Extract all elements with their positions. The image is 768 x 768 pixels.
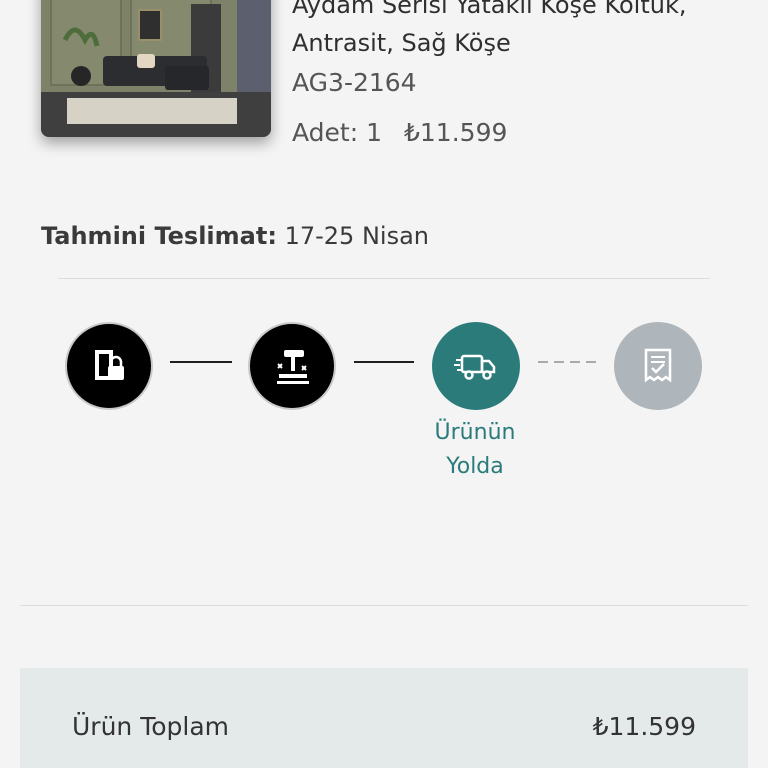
receipt-check-icon xyxy=(644,348,672,383)
product-title-line-2: Antrasit, Sağ Köşe xyxy=(292,29,511,57)
step-delivered xyxy=(614,322,702,410)
door-lock-icon xyxy=(95,350,124,380)
step-production xyxy=(248,322,336,410)
delivery-date: 17-25 Nisan xyxy=(284,222,429,250)
step-connector xyxy=(354,361,414,363)
craftsman-hammer-icon xyxy=(277,350,309,384)
summary-total: ₺11.599 xyxy=(592,712,696,741)
divider xyxy=(20,605,748,606)
order-detail-page: Aydam Serisi Yataklı Köşe Koltuk, Antras… xyxy=(0,0,768,768)
step-in-transit xyxy=(432,322,520,410)
active-step-label-line-1: Ürünün xyxy=(434,420,516,445)
product-sku: AG3-2164 xyxy=(292,68,417,97)
step-connector xyxy=(170,361,232,363)
product-qty-price: Adet: 1 ₺11.599 xyxy=(292,118,507,147)
active-step-label: Ürünün Yolda xyxy=(415,416,535,484)
active-step-label-line-2: Yolda xyxy=(446,454,504,479)
divider xyxy=(58,278,710,279)
quantity-label: Adet: 1 xyxy=(292,118,382,147)
delivery-truck-icon xyxy=(454,354,496,380)
delivery-label: Tahmini Teslimat: xyxy=(41,222,277,250)
product-title[interactable]: Aydam Serisi Yataklı Köşe Koltuk, Antras… xyxy=(292,0,752,62)
order-summary: Ürün Toplam ₺11.599 xyxy=(20,668,748,768)
product-image[interactable] xyxy=(41,0,271,137)
step-order-confirmed xyxy=(65,322,153,410)
product-price: ₺11.599 xyxy=(404,118,508,147)
step-connector-pending xyxy=(538,361,598,363)
product-title-line-1: Aydam Serisi Yataklı Köşe Koltuk, xyxy=(292,0,687,19)
summary-label: Ürün Toplam xyxy=(72,712,230,741)
estimated-delivery: Tahmini Teslimat: 17-25 Nisan xyxy=(41,222,429,250)
